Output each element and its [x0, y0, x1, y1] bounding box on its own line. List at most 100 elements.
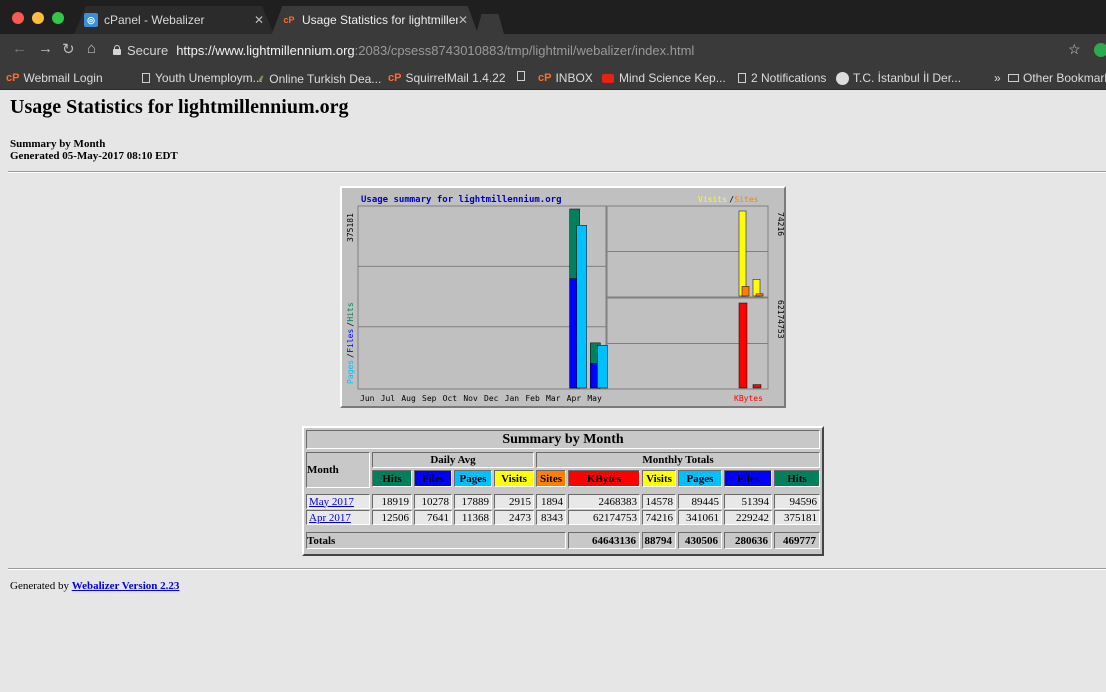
table-cell: 2473 — [494, 510, 534, 525]
bookmark-inbox[interactable]: cP INBOX — [538, 71, 593, 85]
x-tick-label: Feb — [525, 394, 540, 403]
forward-arrow-icon[interactable]: → — [38, 40, 53, 57]
bookmark-label: Other Bookmarks — [1023, 71, 1106, 85]
ylabel-part: Files — [346, 329, 355, 353]
table-cell: 8343 — [536, 510, 566, 525]
cpanel-icon: cP — [538, 72, 552, 84]
bookmark-label: Youth Unemploym... — [155, 71, 263, 85]
table-cell: 341061 — [678, 510, 722, 525]
bookmark-label: SquirrelMail 1.4.22 — [405, 71, 506, 85]
summary-by-month-label: Summary by Month — [10, 138, 106, 150]
usage-graph-svg: Usage summary for lightmillennium.org Vis… — [346, 194, 784, 403]
youtube-icon — [602, 73, 614, 83]
bookmark-squirrelmail[interactable]: cP SquirrelMail 1.4.22 — [388, 71, 506, 85]
tab-cpanel-webalizer[interactable]: ◎ cPanel - Webalizer ✕ — [74, 6, 274, 34]
month-header: Month — [306, 452, 370, 488]
zoom-window-button[interactable] — [52, 12, 64, 24]
monthly-totals-header: Monthly Totals — [536, 452, 820, 468]
legend-item: Sites — [734, 195, 758, 204]
x-tick-label: Jul — [381, 394, 396, 403]
table-cell: 7641 — [414, 510, 452, 525]
page-icon — [738, 73, 746, 83]
page-icon — [517, 71, 525, 81]
leaf-icon: ⸙ — [257, 73, 266, 85]
usage-graph: Usage summary for lightmillennium.org Vis… — [340, 186, 786, 408]
x-tick-label: Oct — [443, 394, 458, 403]
totals-cell: 64643136 — [568, 532, 640, 549]
seal-icon — [836, 71, 849, 85]
x-tick-label: Dec — [484, 394, 499, 403]
bookmark-online-turkish[interactable]: ⸙ Online Turkish Dea... — [257, 71, 381, 86]
bookmarks-overflow-button[interactable]: » — [994, 71, 1001, 85]
bookmark-istanbul[interactable]: T.C. İstanbul İl Der... — [836, 71, 961, 85]
new-tab-button[interactable] — [476, 14, 504, 34]
x-tick-label: Jun — [360, 394, 375, 403]
column-header-hits: Hits — [372, 470, 412, 487]
bookmark-notifications[interactable]: 2 Notifications — [738, 71, 826, 85]
x-tick-label: Mar — [546, 394, 561, 403]
table-cell: 1894 — [536, 494, 566, 509]
summary-table: Summary by Month Month Daily Avg Monthly To… — [302, 426, 824, 556]
bookmark-mind-science[interactable]: Mind Science Kep... — [602, 71, 726, 85]
close-tab-icon[interactable]: ✕ — [458, 13, 468, 27]
month-link[interactable]: May 2017 — [306, 494, 370, 509]
bar-kbytes — [738, 302, 748, 389]
table-cell: 14578 — [642, 494, 676, 509]
address-bar[interactable]: Secure https://www.lightmillennium.org:2… — [112, 39, 1082, 61]
table-cell: 11368 — [454, 510, 492, 525]
column-header-kbytes: KBytes — [568, 470, 640, 487]
tab-usage-statistics[interactable]: cP Usage Statistics for lightmillen ✕ — [272, 6, 478, 34]
bookmark-label: Mind Science Kep... — [619, 71, 726, 85]
table-cell: 62174753 — [568, 510, 640, 525]
x-tick-label: Sep — [422, 394, 437, 403]
webalizer-page: Usage Statistics for lightmillennium.org… — [0, 90, 1106, 692]
bookmark-label: 2 Notifications — [751, 71, 827, 85]
bookmark-other-bookmarks[interactable]: Other Bookmarks — [1008, 71, 1106, 85]
bookmark-webmail-login[interactable]: cP Webmail Login — [6, 71, 103, 85]
back-arrow-icon[interactable]: ← — [12, 40, 27, 57]
extension-icon[interactable] — [1094, 43, 1106, 57]
totals-label: Totals — [306, 532, 566, 549]
bookmark-star-icon[interactable]: ☆ — [1068, 41, 1081, 58]
divider — [8, 568, 1106, 570]
reload-icon[interactable]: ↻ — [62, 40, 75, 58]
bookmark-youth-unemployment[interactable]: Youth Unemploym... — [142, 71, 263, 85]
bookmark-label: INBOX — [555, 71, 593, 85]
column-header-files: Files — [414, 470, 452, 487]
table-cell: 2915 — [494, 494, 534, 509]
url-host: https://www.lightmillennium.org — [176, 42, 355, 58]
totals-cell: 280636 — [724, 532, 772, 549]
table-cell: 375181 — [774, 510, 820, 525]
minimize-window-button[interactable] — [32, 12, 44, 24]
close-tab-icon[interactable]: ✕ — [254, 13, 264, 27]
ylabel-part: Pages — [346, 360, 355, 384]
column-header-pages: Pages — [454, 470, 492, 487]
column-header-pages: Pages — [678, 470, 722, 487]
table-cell: 89445 — [678, 494, 722, 509]
home-icon[interactable]: ⌂ — [87, 40, 96, 57]
bookmark-untitled[interactable] — [517, 71, 530, 81]
bar-pages — [597, 345, 608, 389]
table-cell: 94596 — [774, 494, 820, 509]
footer: Generated by Webalizer Version 2.23 — [10, 580, 179, 592]
footer-prefix: Generated by — [10, 580, 72, 592]
table-cell: 51394 — [724, 494, 772, 509]
left-panel-frame — [357, 205, 607, 390]
overflow-chevron-icon: » — [994, 71, 1001, 85]
webalizer-link[interactable]: Webalizer Version 2.23 — [72, 580, 180, 592]
table-cell: 2468383 — [568, 494, 640, 509]
column-header-sites: Sites — [536, 470, 566, 487]
url-path: :2083/cpsess8743010883/tmp/lightmil/weba… — [354, 42, 695, 58]
ylabel-part: Hits — [346, 302, 355, 321]
close-window-button[interactable] — [12, 12, 24, 24]
table-caption: Summary by Month — [306, 430, 820, 449]
browser-toolbar: ← → ↻ ⌂ Secure https://www.lightmillenni… — [0, 34, 1106, 66]
totals-cell: 430506 — [678, 532, 722, 549]
month-link[interactable]: Apr 2017 — [306, 510, 370, 525]
cpanel-icon: cP — [388, 72, 402, 84]
x-tick-label: Nov — [463, 394, 478, 403]
chart-title: Usage summary for lightmillennium.org — [361, 194, 561, 205]
table-cell: 229242 — [724, 510, 772, 525]
table-cell: 17889 — [454, 494, 492, 509]
table-cell: 18919 — [372, 494, 412, 509]
